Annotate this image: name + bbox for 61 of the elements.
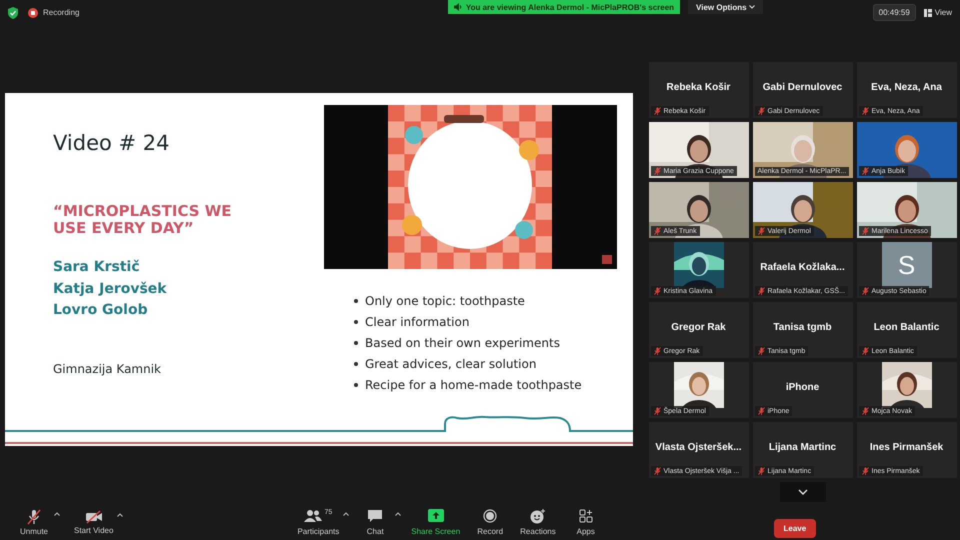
unmute-button[interactable]: Unmute — [14, 509, 54, 536]
view-options-button[interactable]: View Options — [688, 0, 763, 14]
slide-title-line: USE EVERY DAY” — [53, 220, 195, 237]
participant-name: Leon Balantic — [874, 322, 940, 332]
reactions-button[interactable]: Reactions — [516, 509, 560, 536]
participant-name: Tanisa tgmb — [773, 322, 832, 332]
bullet-dot — [354, 382, 358, 386]
participant-name: Ines Pirmanšek — [870, 442, 944, 452]
caret-icon[interactable] — [395, 512, 402, 516]
smiley-icon — [530, 509, 546, 524]
participant-name: Gabi Dernulovec — [762, 82, 842, 92]
slide-heading: Video # 24 — [53, 131, 171, 155]
author-name: Sara Krstič — [53, 258, 141, 277]
muted-mic-icon — [26, 509, 42, 525]
banner-text: You are viewing Alenka Dermol - MicPlaPROB's screen — [466, 2, 674, 12]
participants-icon — [304, 509, 322, 523]
recording-icon — [28, 8, 38, 18]
chat-button[interactable]: Chat — [355, 509, 396, 536]
grid-icon — [924, 8, 932, 16]
share-button[interactable]: Share Screen — [407, 509, 464, 536]
participant-name: Rafaela Kožlaka... — [760, 262, 845, 272]
meeting-timer: 00:49:59 — [872, 4, 916, 21]
participant-name: Eva, Neza, Ana — [871, 82, 942, 92]
bullet-text: Clear information — [365, 314, 470, 328]
bullet-dot — [354, 320, 358, 324]
school-name: Gimnazija Kamnik — [53, 362, 162, 376]
slide-title-line: “MICROPLASTICS WE — [53, 203, 233, 220]
bullet-text: Recipe for a home-made toothpaste — [365, 378, 582, 392]
bullet-dot — [354, 298, 358, 302]
participant-name: Lijana Martinc — [768, 442, 836, 452]
participant-name: Rebeka Košir — [666, 82, 730, 92]
chevron-down-icon — [798, 489, 808, 495]
speaker-icon — [454, 3, 462, 11]
start-video-button[interactable]: Start Video — [70, 510, 118, 535]
bullet-text: Only one topic: toothpaste — [365, 294, 525, 308]
caret-icon[interactable] — [117, 513, 124, 517]
share-screen-icon — [428, 509, 444, 522]
record-button[interactable]: Record — [470, 509, 510, 536]
participant-name: iPhone — [786, 382, 820, 392]
next-page-button[interactable] — [780, 482, 826, 502]
shield-icon[interactable] — [8, 6, 18, 18]
caret-icon[interactable] — [343, 512, 350, 516]
apps-button[interactable]: Apps — [566, 509, 606, 536]
camera-off-icon — [84, 510, 103, 524]
bullet-text: Great advices, clear solution — [365, 356, 536, 370]
view-button[interactable]: View — [922, 6, 954, 19]
author-name: Lovro Golob — [53, 301, 149, 320]
caret-icon — [748, 5, 755, 10]
chat-icon — [367, 509, 384, 523]
leave-button[interactable]: Leave — [774, 519, 816, 538]
record-icon — [483, 509, 498, 523]
bullet-dot — [354, 340, 358, 344]
bullet-text: Based on their own experiments — [365, 336, 560, 350]
apps-icon — [578, 509, 593, 523]
avatar-letter: S — [882, 242, 932, 288]
participant-name: Vlasta Ojsteršek... — [655, 442, 742, 452]
participant-name: Gregor Rak — [671, 322, 726, 332]
caret-icon[interactable] — [54, 512, 60, 516]
bullet-dot — [354, 362, 358, 366]
author-name: Katja Jerovšek — [53, 280, 168, 298]
recording-label: Recording — [43, 8, 80, 17]
